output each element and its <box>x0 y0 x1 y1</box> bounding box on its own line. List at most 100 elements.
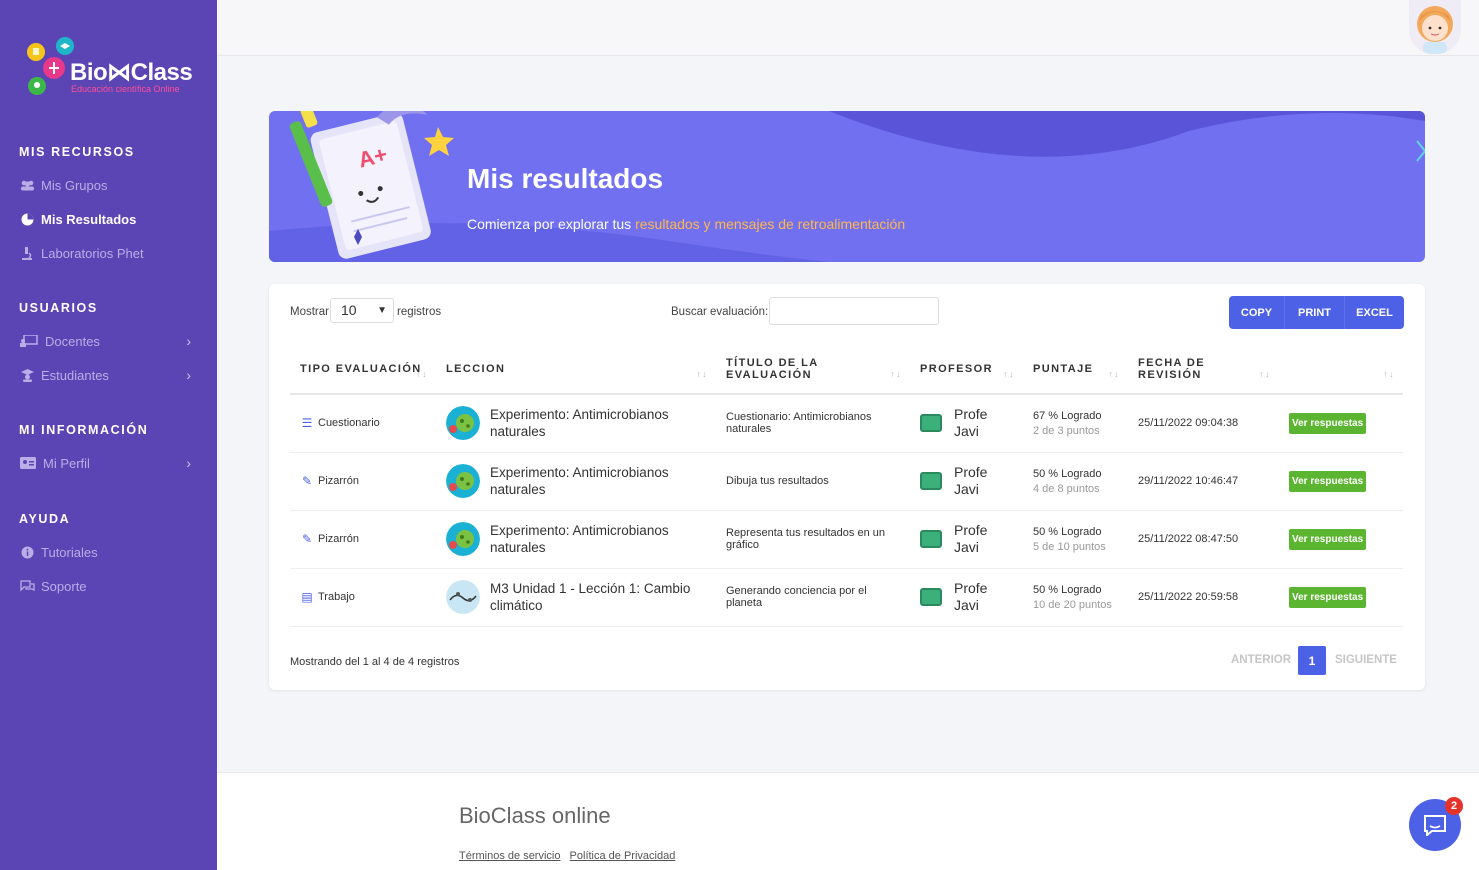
banner-subtitle-text: Comienza por explorar tus <box>467 216 636 232</box>
list-check-icon: ☰ <box>301 416 313 431</box>
teacher-cell: Profe Javi <box>920 464 1013 498</box>
page-length-select[interactable]: 10 ▼ <box>330 298 394 323</box>
sidebar-item-mi-perfil[interactable]: Mi Perfil › <box>19 452 199 474</box>
pie-chart-icon <box>19 213 35 225</box>
column-header-acciones[interactable]: ↑↓ <box>1279 344 1403 395</box>
lesson-title: M3 Unidad 1 - Lección 1: Cambio climátic… <box>490 581 691 613</box>
view-answers-button[interactable]: Ver respuestas <box>1289 586 1367 608</box>
search-label: Buscar evaluación: <box>671 306 769 318</box>
view-answers-button[interactable]: Ver respuestas <box>1289 528 1367 550</box>
page-length-value: 10 <box>341 302 357 318</box>
sidebar-item-soporte[interactable]: Soporte <box>19 575 199 597</box>
copy-button[interactable]: COPY <box>1229 296 1285 329</box>
score-points: 10 de 20 puntos <box>1033 598 1112 611</box>
search-input[interactable] <box>769 297 939 325</box>
column-header-label: LECCION <box>446 362 506 375</box>
review-date: 25/11/2022 09:04:38 <box>1128 394 1279 453</box>
export-button-group: COPY PRINT EXCEL <box>1229 296 1404 329</box>
sidebar-item-tutoriales[interactable]: Tutoriales <box>19 541 199 563</box>
sidebar-item-docentes[interactable]: Docentes › <box>19 330 199 352</box>
teacher-cell: Profe Javi <box>920 580 1013 614</box>
lesson-title: Experimento: Antimicrobianos naturales <box>490 523 669 555</box>
climate-thumbnail-icon <box>446 580 480 614</box>
sidebar-item-label: Laboratorios Phet <box>41 245 144 261</box>
exam-paper-illustration: A+ <box>289 111 454 259</box>
document-icon: ▤ <box>301 590 313 604</box>
pagination-info: Mostrando del 1 al 4 de 4 registros <box>290 656 460 668</box>
column-header-label: PUNTAJE <box>1033 362 1094 375</box>
sort-icon: ↑↓ <box>1108 369 1120 379</box>
brand-tagline: Educación científica Online <box>71 84 180 94</box>
chalkboard-icon <box>920 472 942 490</box>
section-title-mis-recursos: MIS RECURSOS <box>19 145 135 159</box>
graduate-icon <box>19 368 35 382</box>
privacy-policy-link[interactable]: Política de Privacidad <box>570 850 676 862</box>
pagination-page-button[interactable]: 1 <box>1298 646 1326 675</box>
teacher-name: Profe Javi <box>954 580 988 613</box>
column-header-tipo[interactable]: TIPO EVALUACIÓN ↑↓ <box>290 344 436 395</box>
chat-bubble-icon <box>1424 815 1446 836</box>
brand-name: Bio⋈Class <box>70 59 193 86</box>
column-header-titulo[interactable]: TÍTULO DE LA EVALUACIÓN ↑↓ <box>716 344 910 395</box>
top-bar <box>217 0 1479 56</box>
chat-launcher-button[interactable]: 2 <box>1409 797 1463 851</box>
column-header-label: FECHA DE REVISIÓN <box>1138 356 1206 381</box>
sidebar-item-mis-resultados[interactable]: Mis Resultados <box>19 208 199 230</box>
excel-button[interactable]: EXCEL <box>1345 296 1404 329</box>
print-button[interactable]: PRINT <box>1285 296 1345 329</box>
score-percent: 50 % Logrado <box>1033 525 1102 538</box>
sidebar-item-label: Mis Grupos <box>41 177 108 193</box>
score-percent: 67 % Logrado <box>1033 409 1102 422</box>
records-label: registros <box>397 306 442 318</box>
lesson-cell: Experimento: Antimicrobianos naturales <box>446 406 706 441</box>
banner-subtitle-highlight: resultados y mensajes de retroalimentaci… <box>635 216 906 232</box>
table-header-row: TIPO EVALUACIÓN ↑↓ LECCION ↑↓ TÍTULO DE LA… <box>290 344 1403 395</box>
evaluation-title: Representa tus resultados en un gráfico <box>716 510 910 569</box>
evaluation-title: Generando conciencia por el planeta <box>716 568 910 627</box>
chat-icon <box>19 580 35 592</box>
evaluation-type: ☰ Cuestionario <box>300 416 426 430</box>
sidebar-item-label: Mis Resultados <box>41 211 137 227</box>
chevron-right-icon: › <box>186 455 191 471</box>
column-header-fecha[interactable]: FECHA DE REVISIÓN ↑↓ <box>1128 344 1279 395</box>
review-date: 25/11/2022 20:59:58 <box>1128 568 1279 627</box>
view-answers-button[interactable]: Ver respuestas <box>1289 470 1367 492</box>
teacher-name: Profe Javi <box>954 406 988 440</box>
bacteria-thumbnail-icon <box>446 522 480 556</box>
section-title-mi-informacion: MI INFORMACIÓN <box>19 423 149 437</box>
pagination-previous-button[interactable]: ANTERIOR <box>1231 654 1291 666</box>
chevron-down-icon: ▼ <box>377 305 387 316</box>
users-icon <box>19 179 35 191</box>
table-row: ✎ Pizarrón Experimento: Antimicrobianos n… <box>290 452 1403 511</box>
footer-title: BioClass online <box>459 803 611 828</box>
table-row: ▤ Trabajo M3 Unidad 1 - Lección 1: Cambio… <box>290 568 1403 627</box>
score-percent: 50 % Logrado <box>1033 583 1102 596</box>
lesson-title: Experimento: Antimicrobianos naturales <box>490 465 669 497</box>
chalkboard-icon <box>19 335 39 347</box>
view-answers-button[interactable]: Ver respuestas <box>1289 412 1367 434</box>
evaluation-title: Cuestionario: Antimicrobianos naturales <box>716 394 910 453</box>
pagination-next-button[interactable]: SIGUIENTE <box>1335 654 1397 666</box>
sort-icon: ↑↓ <box>696 369 708 379</box>
teacher-cell: Profe Javi <box>920 406 1013 440</box>
section-title-ayuda: AYUDA <box>19 512 71 526</box>
sidebar-item-label: Mi Perfil <box>43 455 90 471</box>
sidebar-item-mis-grupos[interactable]: Mis Grupos <box>19 174 199 196</box>
score-points: 2 de 3 puntos <box>1033 424 1100 437</box>
score-points: 5 de 10 puntos <box>1033 540 1106 553</box>
sidebar-item-laboratorios-phet[interactable]: Laboratorios Phet <box>19 242 199 264</box>
footer-links: Términos de servicio Política de Privaci… <box>459 850 681 862</box>
evaluation-type: ✎ Pizarrón <box>300 474 426 488</box>
notification-badge: 2 <box>1445 797 1463 815</box>
bioclass-logo[interactable]: Bio⋈Class Educación científica Online <box>24 36 199 100</box>
brush-icon: ✎ <box>301 474 313 488</box>
terms-of-service-link[interactable]: Términos de servicio <box>459 850 560 862</box>
bacteria-thumbnail-icon <box>446 406 480 441</box>
evaluation-type-label: Cuestionario <box>318 417 380 430</box>
sidebar-item-estudiantes[interactable]: Estudiantes › <box>19 364 199 386</box>
column-header-profesor[interactable]: PROFESOR ↑↓ <box>910 344 1023 395</box>
sidebar-item-label: Estudiantes <box>41 367 109 383</box>
column-header-puntaje[interactable]: PUNTAJE ↑↓ <box>1023 344 1128 395</box>
column-header-leccion[interactable]: LECCION ↑↓ <box>436 344 716 395</box>
avatar[interactable] <box>1409 0 1461 54</box>
